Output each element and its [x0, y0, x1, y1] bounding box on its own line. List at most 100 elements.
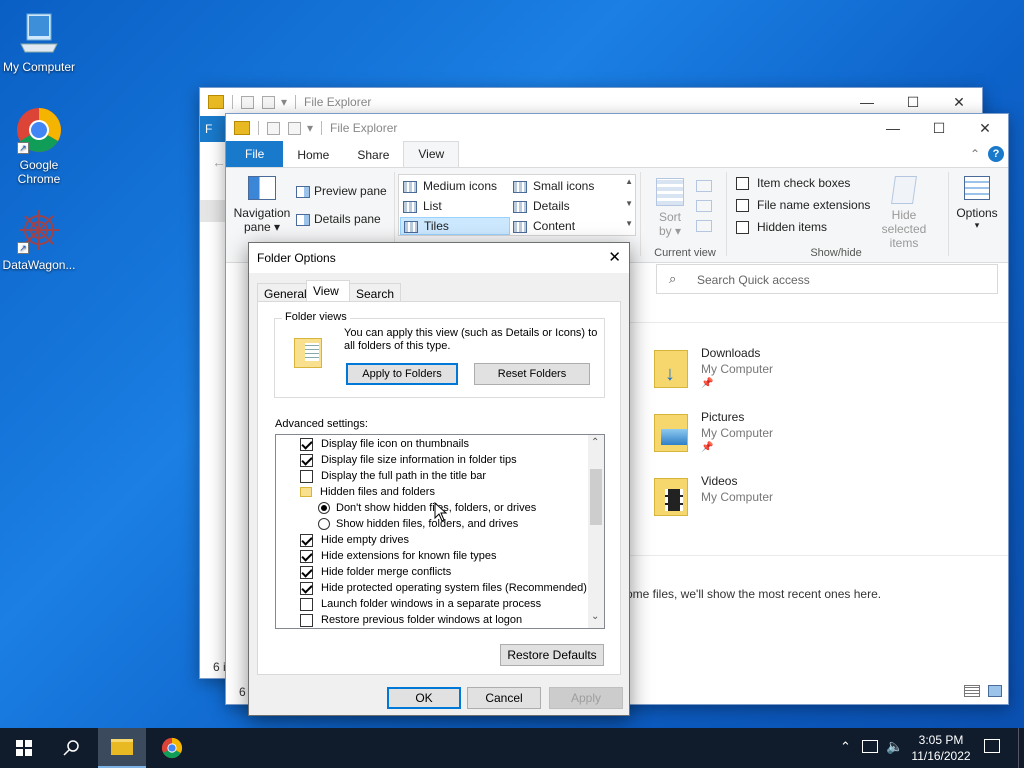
adv-item-hide-merge-conflicts[interactable]: Hide folder merge conflicts — [300, 564, 451, 580]
taskbar-chrome[interactable] — [148, 728, 196, 768]
search-box[interactable]: ⌕ Search Quick access — [656, 264, 998, 294]
adv-item-display-file-size[interactable]: Display file size information in folder … — [300, 452, 517, 468]
desktop-icon-my-computer[interactable]: My Computer — [0, 8, 78, 74]
maximize-button[interactable]: ☐ — [916, 114, 962, 142]
folder-options-dialog[interactable]: Folder Options ✕ General View Search Fol… — [248, 242, 630, 716]
chevron-down-icon[interactable]: ▾ — [307, 121, 313, 135]
title-bar[interactable]: ▾ File Explorer — ☐ ✕ — [226, 114, 1008, 142]
help-icon[interactable]: ? — [988, 146, 1004, 162]
title-bar[interactable]: ▾ File Explorer — ☐ ✕ — [200, 88, 982, 116]
layout-medium-icons[interactable]: Medium icons — [403, 179, 497, 193]
adv-item-show-hidden[interactable]: Show hidden files, folders, and drives — [318, 516, 518, 532]
hide-selected-items-button[interactable]: Hide selected items — [868, 176, 940, 250]
sort-by-button[interactable]: Sort by ▾ — [650, 178, 690, 238]
layout-details[interactable]: Details — [513, 199, 570, 213]
quick-access-pictures[interactable]: Pictures My Computer 📌 — [652, 408, 852, 458]
reset-folders-button[interactable]: Reset Folders — [474, 363, 590, 385]
current-view-label: Current view — [654, 247, 716, 259]
scroll-down-icon[interactable]: ⌄ — [591, 611, 599, 622]
search-button[interactable] — [48, 728, 96, 768]
apply-button[interactable]: Apply — [549, 687, 623, 709]
pin-icon: 📌 — [701, 378, 714, 389]
properties-icon[interactable] — [267, 121, 280, 135]
advanced-settings-list[interactable]: Display file icon on thumbnails Display … — [275, 434, 605, 629]
chevron-up-icon[interactable]: ⌃ — [840, 739, 851, 755]
adv-item-dont-show-hidden[interactable]: Don't show hidden files, folders, or dri… — [318, 500, 536, 516]
layout-small-icons[interactable]: Small icons — [513, 179, 594, 193]
details-icon — [513, 200, 527, 213]
large-icons-view-icon[interactable] — [988, 685, 1002, 697]
adv-item-restore-windows[interactable]: Restore previous folder windows at logon — [300, 612, 522, 628]
file-tab[interactable]: F — [200, 116, 228, 142]
show-desktop-button[interactable] — [1018, 728, 1024, 768]
taskbar-file-explorer[interactable] — [98, 728, 146, 768]
add-columns-icon[interactable] — [696, 200, 712, 212]
status-text: 6 — [239, 685, 246, 699]
new-folder-icon[interactable] — [262, 95, 275, 109]
file-name-extensions-toggle[interactable]: File name extensions — [736, 198, 870, 213]
small-icons-icon — [513, 180, 527, 193]
scrollbar[interactable]: ⌃ ⌄ — [588, 435, 604, 628]
layout-tiles[interactable]: Tiles — [400, 217, 510, 235]
new-folder-icon[interactable] — [288, 121, 301, 135]
close-button[interactable]: ✕ — [608, 248, 621, 266]
cancel-button[interactable]: Cancel — [467, 687, 541, 709]
tab-view[interactable]: View — [403, 141, 460, 167]
minimize-button[interactable]: — — [870, 114, 916, 142]
apply-to-folders-button[interactable]: Apply to Folders — [346, 363, 458, 385]
navigation-pane-icon — [248, 176, 276, 200]
volume-icon[interactable]: 🔈 — [886, 738, 903, 755]
folder-icon — [300, 487, 312, 498]
tab-home[interactable]: Home — [283, 143, 343, 167]
layout-content[interactable]: Content — [513, 219, 575, 233]
details-view-icon[interactable] — [964, 685, 980, 697]
adv-item-display-file-icon[interactable]: Display file icon on thumbnails — [300, 436, 469, 452]
adv-item-display-full-path[interactable]: Display the full path in the title bar — [300, 468, 486, 484]
clock[interactable]: 3:05 PM 11/16/2022 — [906, 732, 976, 764]
ok-button[interactable]: OK — [387, 687, 461, 709]
gallery-expand-icon[interactable]: ▼ — [625, 219, 633, 228]
size-columns-icon[interactable] — [696, 220, 712, 232]
adv-item-hide-protected-files[interactable]: Hide protected operating system files (R… — [300, 580, 587, 596]
item-check-boxes-toggle[interactable]: Item check boxes — [736, 176, 850, 191]
scroll-up-icon[interactable]: ⌃ — [591, 437, 599, 448]
collapse-ribbon-icon[interactable]: ⌃ — [970, 147, 980, 161]
adv-item-hide-extensions[interactable]: Hide extensions for known file types — [300, 548, 496, 564]
preview-pane-button[interactable]: Preview pane — [296, 184, 387, 198]
desktop-icon-google-chrome[interactable]: ↗ Google Chrome — [0, 106, 78, 186]
group-by-icon[interactable] — [696, 180, 712, 192]
scroll-thumb[interactable] — [590, 469, 602, 525]
start-button[interactable] — [0, 728, 48, 768]
nav-item[interactable] — [200, 200, 226, 222]
close-button[interactable]: ✕ — [962, 114, 1008, 142]
tile-location: My Computer — [701, 426, 774, 440]
tab-file[interactable]: File — [226, 141, 284, 167]
network-icon[interactable] — [862, 740, 878, 753]
dialog-title-bar[interactable]: Folder Options ✕ — [249, 243, 629, 273]
navigation-pane-button[interactable]: Navigation pane ▾ — [232, 176, 292, 234]
details-pane-button[interactable]: Details pane — [296, 212, 381, 226]
layout-list[interactable]: List — [403, 199, 442, 213]
notifications-icon[interactable] — [984, 739, 1000, 753]
desktop-icon-datawagon[interactable]: ↗ DataWagon... — [0, 206, 78, 272]
gallery-scroll-up-icon[interactable]: ▲ — [625, 177, 633, 186]
quick-access-downloads[interactable]: ↓ Downloads My Computer 📌 — [652, 344, 852, 394]
windows-icon — [16, 740, 32, 756]
properties-icon[interactable] — [241, 95, 254, 109]
tab-share[interactable]: Share — [343, 143, 403, 167]
hidden-items-toggle[interactable]: Hidden items — [736, 220, 827, 235]
gallery-scroll-down-icon[interactable]: ▼ — [625, 199, 633, 208]
content-icon — [513, 220, 527, 233]
options-button[interactable]: Options ▾ — [954, 176, 1000, 231]
chevron-down-icon[interactable]: ▾ — [281, 95, 287, 109]
restore-defaults-button[interactable]: Restore Defaults — [500, 644, 604, 666]
pin-icon: 📌 — [701, 442, 714, 453]
adv-item-launch-separate-process[interactable]: Launch folder windows in a separate proc… — [300, 596, 541, 612]
adv-item-hide-empty-drives[interactable]: Hide empty drives — [300, 532, 409, 548]
search-input[interactable]: Search Quick access — [697, 273, 810, 287]
quick-access-videos[interactable]: Videos My Computer — [652, 472, 852, 522]
back-arrow-icon[interactable]: ← — [212, 154, 226, 170]
maximize-button[interactable]: ☐ — [890, 88, 936, 116]
minimize-button[interactable]: — — [844, 88, 890, 116]
close-button[interactable]: ✕ — [936, 88, 982, 116]
